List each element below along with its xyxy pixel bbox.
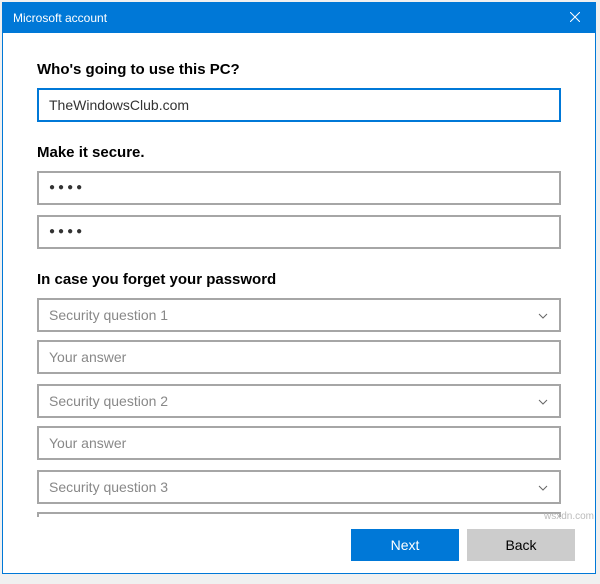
window-title: Microsoft account [13, 11, 555, 25]
answer-placeholder: Your answer [49, 349, 126, 365]
secure-heading: Make it secure. [37, 144, 561, 161]
answer-1-input[interactable]: Your answer [37, 340, 561, 374]
confirm-password-input[interactable]: ●●●● [37, 215, 561, 249]
back-button[interactable]: Back [467, 529, 575, 561]
microsoft-account-window: Microsoft account Who's going to use thi… [2, 2, 596, 574]
chevron-down-icon [537, 395, 549, 407]
watermark: wsxdn.com [544, 511, 594, 522]
content-area: Who's going to use this PC? Make it secu… [3, 33, 595, 517]
security-question-1-select[interactable]: Security question 1 [37, 298, 561, 332]
titlebar: Microsoft account [3, 3, 595, 33]
answer-placeholder: Your answer [49, 435, 126, 451]
recovery-heading: In case you forget your password [37, 271, 561, 288]
select-placeholder: Security question 2 [49, 393, 168, 409]
select-placeholder: Security question 3 [49, 479, 168, 495]
security-question-2-select[interactable]: Security question 2 [37, 384, 561, 418]
close-button[interactable] [555, 3, 595, 33]
footer: Next Back [3, 517, 595, 573]
answer-2-input[interactable]: Your answer [37, 426, 561, 460]
security-question-3-select[interactable]: Security question 3 [37, 470, 561, 504]
chevron-down-icon [537, 309, 549, 321]
select-placeholder: Security question 1 [49, 307, 168, 323]
next-button[interactable]: Next [351, 529, 459, 561]
chevron-down-icon [537, 481, 549, 493]
close-icon [570, 11, 580, 25]
user-heading: Who's going to use this PC? [37, 61, 561, 78]
username-input[interactable] [37, 88, 561, 122]
password-input[interactable]: ●●●● [37, 171, 561, 205]
